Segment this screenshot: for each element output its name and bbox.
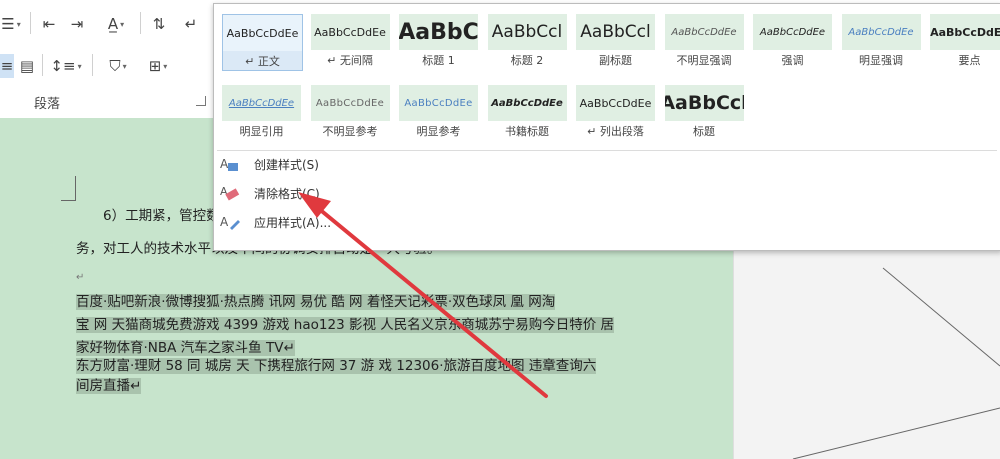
paragraph-group-label: 段落: [34, 97, 61, 112]
create-style-menu-item[interactable]: A 创建样式(S): [218, 152, 668, 176]
style-name: 标题 2: [510, 54, 544, 67]
style-name: ↵ 列出段落: [587, 125, 644, 138]
highlighted-text: 东方财富·理财 58 同 城房 天 下携程旅行网 37 游 戏 12306·旅游…: [76, 358, 597, 374]
clear-format-label: 清除格式(C): [254, 186, 320, 201]
style-tile[interactable]: AaBbCcDdEe ↵ 正文: [222, 14, 303, 71]
style-preview: AaBbCcDdEe: [664, 14, 744, 50]
create-style-icon: A: [218, 154, 242, 174]
style-preview: AaBbCcDdEe: [222, 85, 301, 121]
style-tile[interactable]: AaBbCcDdEe 不明显强调: [664, 14, 744, 69]
page-corner-mark: [61, 176, 76, 201]
line-spacing-icon[interactable]: ↕≡ ▾: [48, 54, 84, 78]
sort-icon[interactable]: ⇅: [146, 12, 172, 36]
style-name: 明显参考: [416, 125, 461, 138]
shading-icon[interactable]: ⛉ ▾: [98, 54, 138, 78]
style-preview: AaBbCcDdEe: [487, 85, 567, 121]
doc-line: 6）工期紧，管控数: [103, 206, 220, 226]
chinese-layout-icon[interactable]: A̲ ▾: [98, 12, 134, 36]
style-tile[interactable]: AaBbCcl 标题: [664, 85, 744, 140]
style-tile[interactable]: AaBbC 标题 1: [399, 14, 478, 69]
ribbon-separator: [42, 54, 43, 76]
highlighted-text: 间房直播↵: [76, 378, 142, 394]
svg-text:A: A: [220, 215, 229, 229]
doc-line: 家好物体育·NBA 汽车之家斗鱼 TV↵: [76, 338, 295, 358]
style-preview: AaBbCcDdEe: [310, 14, 390, 50]
style-tile[interactable]: AaBbCcDdEe 明显参考: [399, 85, 478, 140]
style-preview: AaBbCcDdEe: [841, 14, 921, 50]
highlighted-text: 宝 网 天猫商城免费游戏 4399 游戏 hao123 影视 人民名义京东商城苏…: [76, 317, 615, 333]
style-name: 不明显参考: [322, 125, 378, 138]
doc-line: 东方财富·理财 58 同 城房 天 下携程旅行网 37 游 戏 12306·旅游…: [76, 356, 597, 376]
create-style-label: 创建样式(S): [254, 157, 319, 172]
bullets-dropdown-icon[interactable]: ☰ ▾: [0, 12, 22, 36]
ribbon-separator: [140, 12, 141, 34]
show-marks-icon[interactable]: ↵: [178, 12, 204, 36]
style-preview: AaBbCcDdEe: [930, 14, 1000, 50]
doc-line: 百度·贴吧新浪·微博搜狐·热点腾 讯网 易优 酷 网 着怪天记彩票·双色球凤 凰…: [76, 292, 556, 312]
svg-text:A: A: [220, 157, 229, 171]
apply-style-icon: A: [218, 212, 242, 232]
apply-style-menu-item[interactable]: A 应用样式(A)...: [218, 210, 668, 234]
style-name: 明显引用: [239, 125, 284, 138]
style-name: 不明显强调: [676, 54, 732, 67]
style-name: 标题: [693, 125, 715, 138]
style-preview: AaBbC: [399, 14, 478, 50]
justify-icon[interactable]: ≡: [0, 54, 14, 78]
style-tile[interactable]: AaBbCcDdEe 强调: [753, 14, 832, 69]
style-preview: AaBbCcDdEe: [223, 15, 302, 51]
apply-style-label: 应用样式(A)...: [254, 215, 332, 230]
style-name: 副标题: [599, 54, 632, 67]
borders-icon[interactable]: ⊞ ▾: [140, 54, 176, 78]
clear-format-menu-item[interactable]: A 清除格式(C): [218, 181, 668, 205]
menu-separator: [217, 150, 997, 151]
style-name: ↵ 正文: [245, 55, 280, 68]
paragraph-mark: ↵: [76, 272, 85, 283]
style-tile[interactable]: AaBbCcDdEe 不明显参考: [310, 85, 390, 140]
paragraph-dialog-launcher-icon[interactable]: [196, 96, 206, 106]
ribbon-separator: [30, 12, 31, 34]
style-tile[interactable]: AaBbCcl 副标题: [576, 14, 655, 69]
style-name: 要点: [958, 54, 981, 67]
style-name: 明显强调: [859, 54, 903, 67]
doc-line: 宝 网 天猫商城免费游戏 4399 游戏 hao123 影视 人民名义京东商城苏…: [76, 315, 615, 335]
style-name: ↵ 无间隔: [327, 54, 373, 67]
style-preview: AaBbCcDdEe: [399, 85, 478, 121]
highlighted-text: 百度·贴吧新浪·微博搜狐·热点腾 讯网 易优 酷 网 着怪天记彩票·双色球凤 凰…: [76, 294, 556, 310]
ribbon-separator: [92, 54, 93, 76]
style-preview: AaBbCcDdEe: [576, 85, 655, 121]
style-tile[interactable]: AaBbCcl 标题 2: [487, 14, 567, 69]
decrease-indent-icon[interactable]: ⇤: [36, 12, 62, 36]
style-gallery-dropdown[interactable]: AaBbCcDdEe ↵ 正文 AaBbCcDdEe ↵ 无间隔 AaBbC 标题 1 Aa…: [213, 3, 1000, 251]
style-tile[interactable]: AaBbCcDdEe 明显引用: [222, 85, 301, 140]
style-tile[interactable]: AaBbCcDdEe ↵ 列出段落: [576, 85, 655, 140]
style-tile[interactable]: AaBbCcDdEe 要点: [930, 14, 1000, 69]
style-preview: AaBbCcDdEe: [753, 14, 832, 50]
style-preview: AaBbCcl: [576, 14, 655, 50]
doc-line: 间房直播↵: [76, 376, 142, 396]
style-tile[interactable]: AaBbCcDdEe 明显强调: [841, 14, 921, 69]
highlighted-text: 家好物体育·NBA 汽车之家斗鱼 TV↵: [76, 340, 295, 356]
eraser-icon: A: [218, 183, 242, 203]
style-name: 书籍标题: [505, 125, 549, 138]
style-tile[interactable]: AaBbCcDdEe 书籍标题: [487, 85, 567, 140]
style-tile[interactable]: AaBbCcDdEe ↵ 无间隔: [310, 14, 390, 69]
style-name: 标题 1: [422, 54, 455, 67]
style-preview: AaBbCcl: [664, 85, 744, 121]
increase-indent-icon[interactable]: ⇥: [64, 12, 90, 36]
style-preview: AaBbCcDdEe: [310, 85, 390, 121]
distributed-icon[interactable]: ▤: [16, 54, 38, 78]
style-name: 强调: [781, 54, 804, 67]
style-preview: AaBbCcl: [487, 14, 567, 50]
doc-text: 6）工期紧，管控数: [103, 208, 220, 224]
